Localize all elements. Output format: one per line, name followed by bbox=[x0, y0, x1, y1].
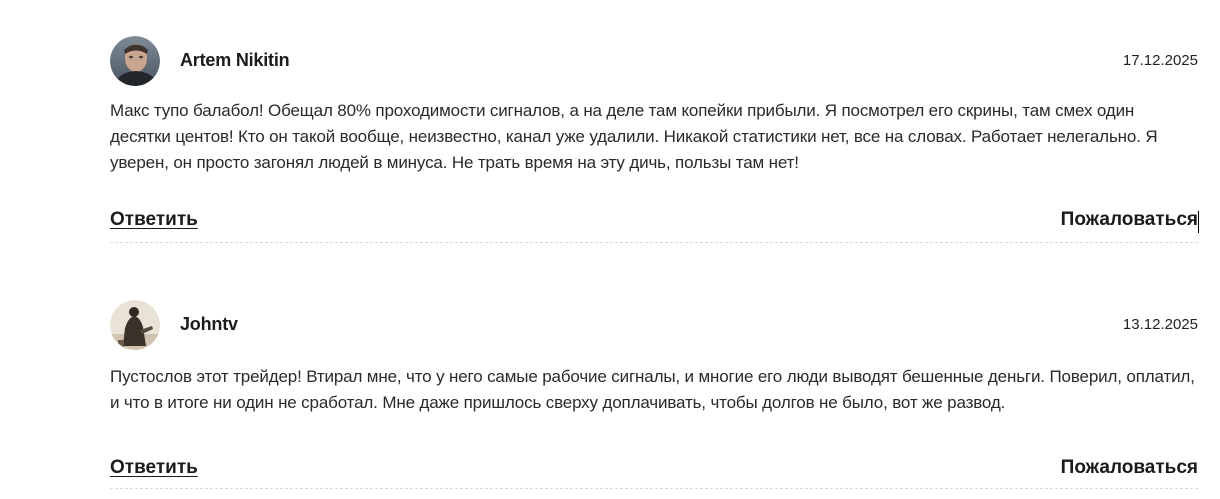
comment-author: Artem Nikitin bbox=[180, 50, 290, 70]
comment-divider bbox=[110, 242, 1198, 243]
comments-list: Artem Nikitin 17.12.2025 Макс тупо балаб… bbox=[0, 0, 1220, 499]
comment-divider bbox=[110, 488, 1198, 489]
comment-date: 17.12.2025 bbox=[1122, 52, 1198, 69]
comment-header: Johntv 13.12.2025 bbox=[110, 300, 1198, 350]
report-link[interactable]: Пожаловаться bbox=[1061, 457, 1198, 479]
comment-author: Johntv bbox=[180, 314, 238, 334]
comment-actions: Ответить Пожаловаться bbox=[110, 457, 1198, 487]
report-link[interactable]: Пожаловаться bbox=[1061, 209, 1198, 231]
comment-item: Johntv 13.12.2025 Пустослов этот трейдер… bbox=[110, 300, 1198, 489]
comment-text: Пустослов этот трейдер! Втирал мне, что … bbox=[110, 367, 1195, 412]
text-cursor bbox=[1198, 211, 1199, 233]
comment-text: Макс тупо балабол! Обещал 80% проходимос… bbox=[110, 101, 1158, 172]
avatar bbox=[110, 300, 160, 350]
reply-link[interactable]: Ответить bbox=[110, 209, 198, 231]
comment-item: Artem Nikitin 17.12.2025 Макс тупо балаб… bbox=[110, 36, 1199, 243]
comment-date: 13.12.2025 bbox=[1122, 316, 1198, 333]
comment-header: Artem Nikitin 17.12.2025 bbox=[110, 36, 1198, 86]
avatar bbox=[110, 36, 160, 86]
reply-link[interactable]: Ответить bbox=[110, 457, 198, 479]
comment-actions: Ответить Пожаловаться bbox=[110, 209, 1199, 239]
